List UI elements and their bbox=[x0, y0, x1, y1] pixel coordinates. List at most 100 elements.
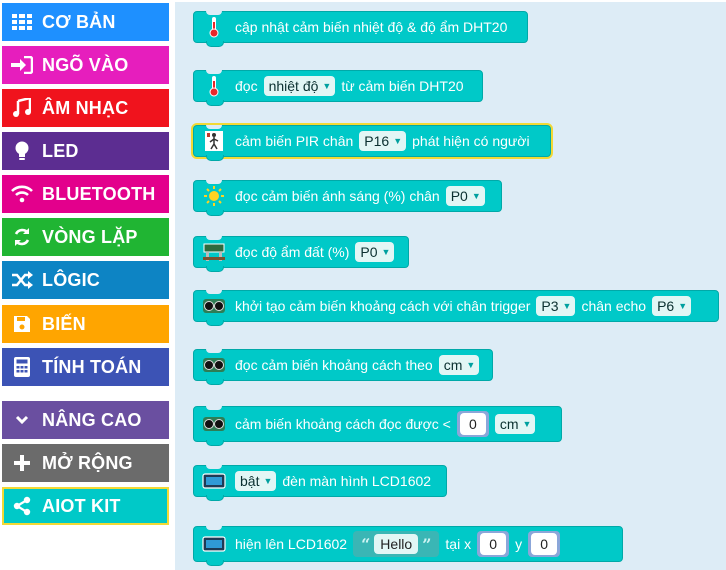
category-aiot-kit[interactable]: AIOT KIT bbox=[2, 487, 169, 525]
block-text: đèn màn hình LCD1602 bbox=[282, 473, 432, 489]
block-pir-sensor[interactable]: cảm biến PIR chân P16 ▼ phát hiện có ngườ… bbox=[193, 125, 551, 161]
trigger-pin-dropdown[interactable]: P3 ▼ bbox=[536, 296, 576, 316]
category-math[interactable]: TÍNH TOÁN bbox=[2, 348, 169, 386]
dropdown-value: P0 bbox=[450, 188, 468, 204]
category-loops[interactable]: VÒNG LẶP bbox=[2, 218, 169, 256]
dropdown-value: nhiệt độ bbox=[268, 78, 319, 94]
category-led[interactable]: LED bbox=[2, 132, 169, 170]
block-text: hiện lên LCD1602 bbox=[235, 536, 348, 552]
category-label: MỞ RỘNG bbox=[42, 452, 133, 473]
dropdown-arrow-icon: ▼ bbox=[678, 301, 688, 311]
category-label: NÂNG CAO bbox=[42, 409, 142, 430]
block-text: phát hiện có người bbox=[412, 133, 530, 149]
block-lcd-show[interactable]: hiện lên LCD1602 “ Hello ” tại x 0 y 0 bbox=[193, 526, 623, 566]
block-text: cập nhật cảm biến nhiệt độ & độ ẩm DHT20 bbox=[235, 19, 508, 35]
chevron-down-icon bbox=[2, 415, 42, 425]
calculator-icon bbox=[2, 357, 42, 377]
category-label: TÍNH TOÁN bbox=[42, 356, 142, 377]
share-icon bbox=[2, 496, 42, 516]
block-ultrasonic-init[interactable]: khởi tạo cảm biến khoảng cách với chân t… bbox=[193, 290, 719, 326]
floppy-disk-icon bbox=[2, 315, 42, 333]
string-value-input[interactable]: Hello bbox=[374, 534, 419, 554]
dropdown-value: P6 bbox=[657, 298, 675, 314]
power-dropdown[interactable]: bật ▼ bbox=[235, 471, 277, 491]
string-block[interactable]: “ Hello ” bbox=[353, 531, 440, 557]
pin-dropdown[interactable]: P16 ▼ bbox=[359, 131, 407, 151]
sign-in-icon bbox=[2, 56, 42, 74]
block-text: đọc độ ẩm đất (%) bbox=[235, 244, 350, 260]
grid-icon bbox=[2, 14, 42, 30]
thermometer-icon bbox=[200, 16, 228, 38]
refresh-icon bbox=[2, 227, 42, 247]
number-slot: 0 bbox=[477, 531, 510, 557]
category-label: BIẾN bbox=[42, 313, 86, 334]
y-value-input[interactable]: 0 bbox=[531, 533, 558, 555]
unit-dropdown[interactable]: cm ▼ bbox=[438, 355, 480, 375]
block-text: chân echo bbox=[581, 298, 647, 314]
unit-dropdown[interactable]: cm ▼ bbox=[494, 414, 536, 434]
category-variables[interactable]: BIẾN bbox=[2, 305, 169, 343]
dropdown-arrow-icon: ▼ bbox=[466, 360, 476, 370]
plus-icon bbox=[2, 455, 42, 471]
block-text: đọc cảm biến khoảng cách theo bbox=[235, 357, 433, 373]
distance-value-input[interactable]: 0 bbox=[459, 413, 486, 435]
block-text: đọc bbox=[235, 78, 258, 94]
category-sidebar: CƠ BẢN NGÕ VÀO ÂM NHẠC LED BLUETOOTH VÒN… bbox=[0, 0, 172, 570]
block-ultrasonic-read[interactable]: đọc cảm biến khoảng cách theo cm ▼ bbox=[193, 349, 493, 385]
measure-dropdown[interactable]: nhiệt độ ▼ bbox=[263, 76, 336, 96]
block-dht20-update[interactable]: cập nhật cảm biến nhiệt độ & độ ẩm DHT20 bbox=[193, 11, 528, 47]
music-note-icon bbox=[2, 98, 42, 118]
lcd-icon bbox=[200, 533, 228, 555]
dropdown-arrow-icon: ▼ bbox=[562, 301, 572, 311]
ultrasonic-icon bbox=[200, 295, 228, 317]
category-label: LÔGIC bbox=[42, 269, 100, 290]
lcd-icon bbox=[200, 470, 228, 492]
dropdown-arrow-icon: ▼ bbox=[322, 81, 332, 91]
ultrasonic-icon bbox=[200, 413, 228, 435]
block-soil-moisture[interactable]: đọc độ ẩm đất (%) P0 ▼ bbox=[193, 236, 409, 272]
echo-pin-dropdown[interactable]: P6 ▼ bbox=[652, 296, 692, 316]
number-slot: 0 bbox=[456, 411, 489, 437]
category-logic[interactable]: LÔGIC bbox=[2, 261, 169, 299]
lightbulb-icon bbox=[2, 141, 42, 161]
ultrasonic-icon bbox=[200, 354, 228, 376]
thermometer-icon bbox=[200, 75, 228, 97]
block-text: tại x bbox=[445, 536, 472, 552]
x-value-input[interactable]: 0 bbox=[480, 533, 507, 555]
category-input[interactable]: NGÕ VÀO bbox=[2, 46, 169, 84]
category-music[interactable]: ÂM NHẠC bbox=[2, 89, 169, 127]
category-label: BLUETOOTH bbox=[42, 183, 156, 204]
category-bluetooth[interactable]: BLUETOOTH bbox=[2, 175, 169, 213]
block-text: y bbox=[515, 536, 523, 552]
category-label: NGÕ VÀO bbox=[42, 54, 129, 75]
dropdown-value: cm bbox=[499, 416, 519, 432]
pin-dropdown[interactable]: P0 ▼ bbox=[445, 186, 485, 206]
dropdown-value: P16 bbox=[364, 133, 390, 149]
block-text: cảm biến PIR chân bbox=[235, 133, 354, 149]
category-basic[interactable]: CƠ BẢN bbox=[2, 3, 169, 41]
category-label: CƠ BẢN bbox=[42, 11, 116, 32]
block-text: khởi tạo cảm biến khoảng cách với chân t… bbox=[235, 298, 531, 314]
pin-dropdown[interactable]: P0 ▼ bbox=[355, 242, 395, 262]
sun-icon bbox=[200, 185, 228, 207]
category-extensions[interactable]: MỞ RỘNG bbox=[2, 444, 169, 482]
block-ultrasonic-compare[interactable]: cảm biến khoảng cách đọc được < 0 cm ▼ bbox=[193, 406, 562, 446]
category-label: LED bbox=[42, 140, 79, 161]
wifi-icon bbox=[2, 185, 42, 203]
block-flyout: cập nhật cảm biến nhiệt độ & độ ẩm DHT20… bbox=[175, 2, 726, 570]
category-label: VÒNG LẶP bbox=[42, 226, 138, 247]
number-slot: 0 bbox=[528, 531, 561, 557]
pir-sensor-icon bbox=[200, 130, 228, 152]
block-text: cảm biến khoảng cách đọc được < bbox=[235, 416, 451, 432]
close-quote-icon: ” bbox=[422, 534, 432, 554]
dropdown-arrow-icon: ▼ bbox=[381, 247, 391, 257]
shuffle-icon bbox=[2, 271, 42, 289]
block-text: đọc cảm biến ánh sáng (%) chân bbox=[235, 188, 440, 204]
category-advanced[interactable]: NÂNG CAO bbox=[2, 401, 169, 439]
dropdown-arrow-icon: ▼ bbox=[393, 136, 403, 146]
block-dht20-read[interactable]: đọc nhiệt độ ▼ từ cảm biến DHT20 bbox=[193, 70, 483, 106]
dropdown-value: P3 bbox=[541, 298, 559, 314]
block-lcd-backlight[interactable]: bật ▼ đèn màn hình LCD1602 bbox=[193, 465, 447, 501]
dropdown-value: cm bbox=[443, 357, 463, 373]
block-light-sensor[interactable]: đọc cảm biến ánh sáng (%) chân P0 ▼ bbox=[193, 180, 502, 216]
